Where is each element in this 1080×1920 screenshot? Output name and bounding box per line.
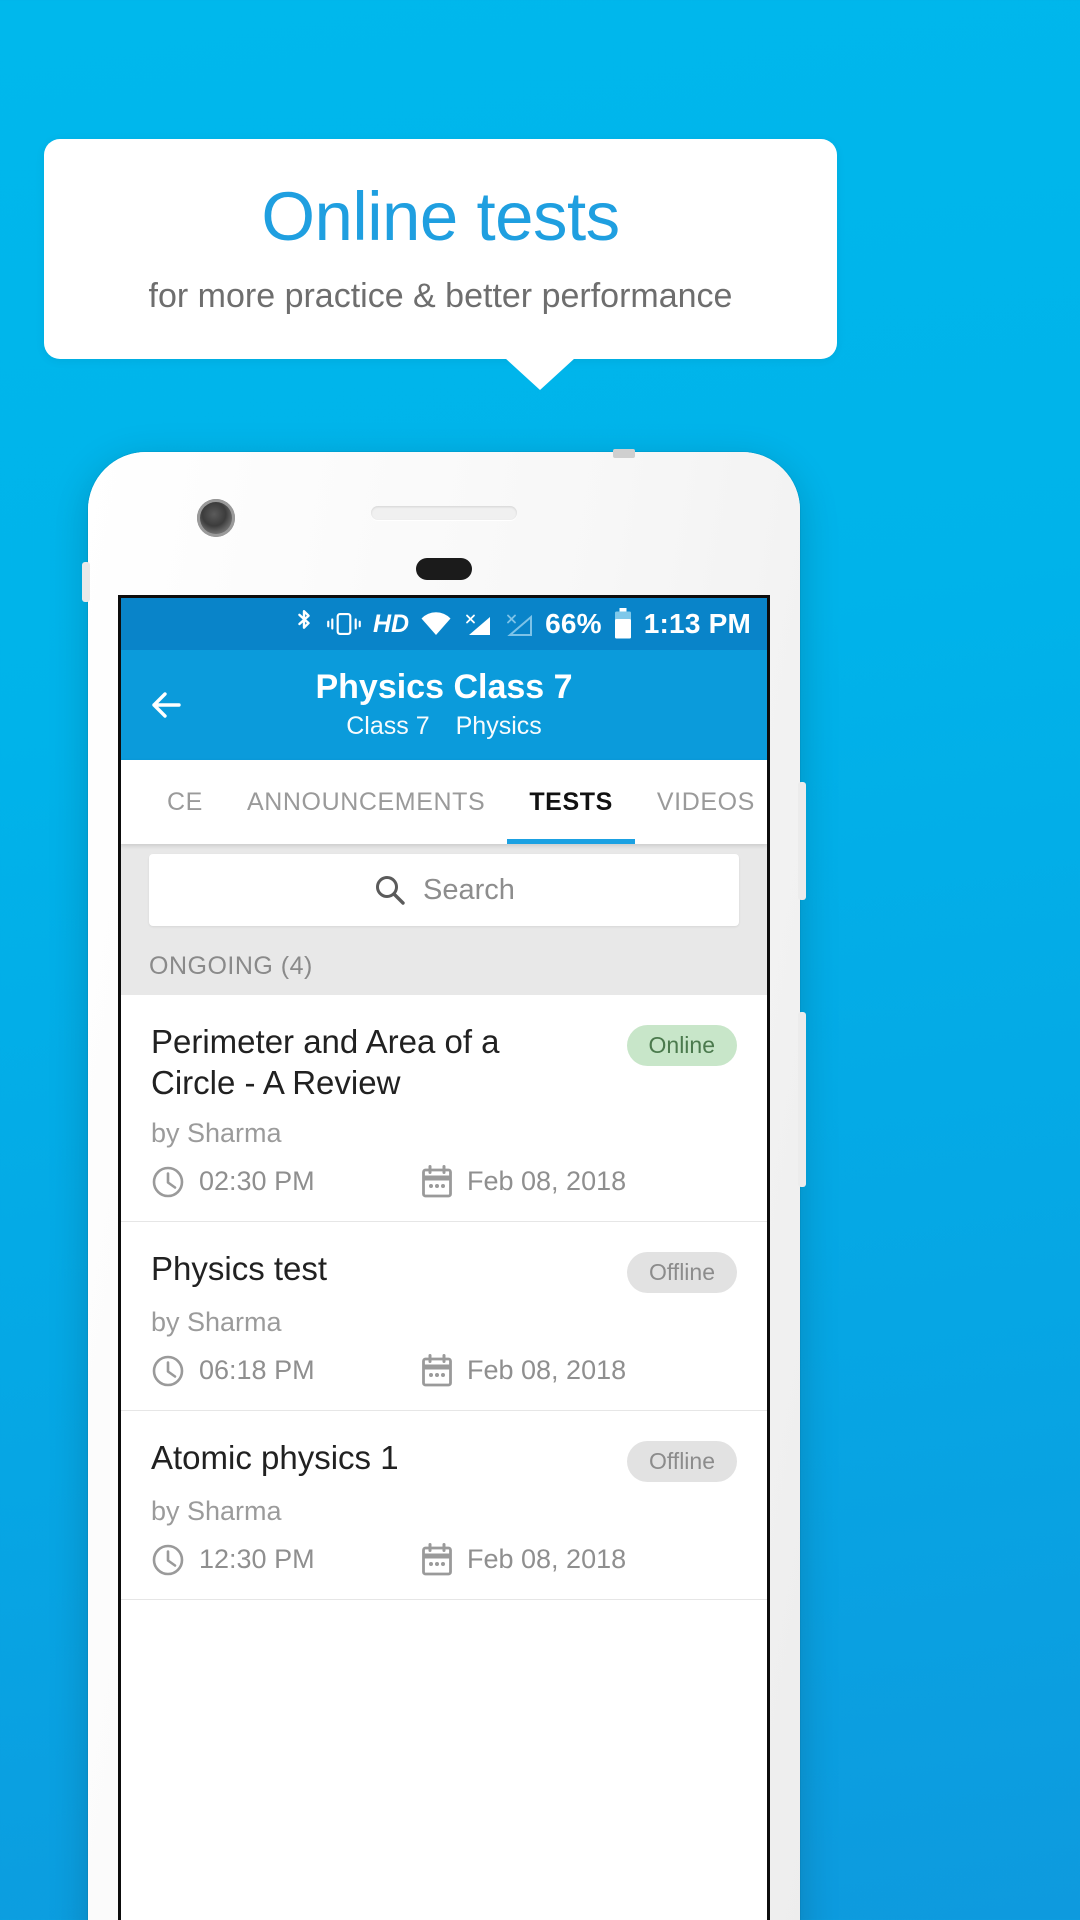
test-row-header: Perimeter and Area of a Circle - A Revie… [151, 1021, 737, 1104]
app-bar-titles: Physics Class 7 Class 7 Physics [121, 668, 767, 741]
test-date-cell: Feb 08, 2018 [421, 1542, 627, 1577]
test-title: Atomic physics 1 [151, 1438, 399, 1476]
section-header-ongoing: ONGOING (4) [121, 944, 767, 995]
tests-list: Perimeter and Area of a Circle - A Revie… [121, 995, 767, 1600]
front-camera-icon [197, 499, 235, 537]
calendar-icon [421, 1542, 453, 1577]
promo-subtitle: for more practice & better performance [148, 277, 733, 315]
calendar-icon [421, 1353, 453, 1388]
phone-volume-button[interactable] [798, 1012, 806, 1187]
vibrate-icon [326, 610, 362, 638]
test-time: 12:30 PM [199, 1544, 315, 1574]
tab-announcements[interactable]: ANNOUNCEMENTS [225, 760, 507, 844]
earpiece-speaker [371, 506, 517, 520]
hd-voice-label: HD [373, 609, 410, 638]
promo-callout-tail [505, 358, 575, 390]
clock-icon [151, 1354, 185, 1388]
test-time-cell: 12:30 PM [151, 1543, 421, 1577]
cellular-no-service-icon [504, 611, 534, 637]
test-date-cell: Feb 08, 2018 [421, 1164, 627, 1199]
test-time-cell: 06:18 PM [151, 1354, 421, 1388]
back-arrow-icon[interactable] [143, 682, 189, 728]
promo-callout: Online tests for more practice & better … [44, 139, 837, 359]
phone-screen: HD 66% 1:13 PM Physics Class 7 Class 7 P… [118, 595, 770, 1920]
test-date: Feb 08, 2018 [467, 1166, 627, 1196]
breadcrumb-class: Class 7 [346, 711, 430, 740]
test-row-header: Physics test Offline [151, 1248, 737, 1293]
test-author: by Sharma [151, 1117, 282, 1148]
test-time-cell: 02:30 PM [151, 1165, 421, 1199]
test-author: by Sharma [151, 1495, 282, 1526]
search-region: Search [121, 844, 767, 944]
test-row-header: Atomic physics 1 Offline [151, 1437, 737, 1482]
cellular-no-sim-icon [463, 611, 493, 637]
status-badge: Online [626, 1025, 737, 1066]
test-author: by Sharma [151, 1306, 282, 1337]
test-time: 02:30 PM [199, 1166, 315, 1196]
search-input[interactable]: Search [149, 854, 739, 926]
test-meta: 06:18 PM Feb 08, 2018 [151, 1353, 737, 1388]
tab-bar: CE ANNOUNCEMENTS TESTS VIDEOS [121, 760, 767, 844]
test-date-cell: Feb 08, 2018 [421, 1353, 627, 1388]
battery-percent-label: 66% [545, 608, 602, 639]
table-row[interactable]: Perimeter and Area of a Circle - A Revie… [121, 995, 767, 1222]
table-row[interactable]: Atomic physics 1 Offline by Sharma 12:30… [121, 1411, 767, 1600]
calendar-icon [421, 1164, 453, 1199]
status-badge: Offline [626, 1251, 737, 1293]
test-time: 06:18 PM [199, 1355, 315, 1385]
status-bar-clock: 1:13 PM [643, 608, 751, 639]
test-meta: 02:30 PM Feb 08, 2018 [151, 1164, 737, 1199]
search-icon [373, 873, 407, 907]
promo-title: Online tests [261, 178, 620, 255]
phone-mockup: HD 66% 1:13 PM Physics Class 7 Class 7 P… [82, 449, 806, 1920]
battery-icon [613, 608, 633, 640]
tab-videos[interactable]: VIDEOS [635, 760, 767, 844]
test-date: Feb 08, 2018 [467, 1544, 627, 1574]
test-date: Feb 08, 2018 [467, 1355, 627, 1385]
phone-antenna-nub [613, 449, 635, 458]
tab-ce[interactable]: CE [145, 760, 225, 844]
clock-icon [151, 1543, 185, 1577]
breadcrumb: Class 7 Physics [346, 712, 542, 741]
breadcrumb-subject: Physics [455, 711, 542, 740]
tab-tests[interactable]: TESTS [507, 760, 635, 844]
clock-icon [151, 1165, 185, 1199]
test-title: Physics test [151, 1249, 328, 1287]
table-row[interactable]: Physics test Offline by Sharma 06:18 PM [121, 1222, 767, 1411]
test-meta: 12:30 PM Feb 08, 2018 [151, 1542, 737, 1577]
bluetooth-icon [293, 608, 315, 640]
app-bar: Physics Class 7 Class 7 Physics [121, 650, 767, 760]
phone-left-nub [82, 562, 90, 602]
wifi-icon [420, 611, 452, 637]
status-bar: HD 66% 1:13 PM [121, 598, 767, 650]
search-placeholder: Search [423, 873, 515, 906]
status-badge: Offline [626, 1440, 737, 1482]
phone-power-button[interactable] [798, 782, 806, 900]
proximity-sensor [416, 558, 472, 580]
test-title: Perimeter and Area of a Circle - A Revie… [151, 1023, 500, 1102]
page-title: Physics Class 7 [315, 668, 573, 707]
